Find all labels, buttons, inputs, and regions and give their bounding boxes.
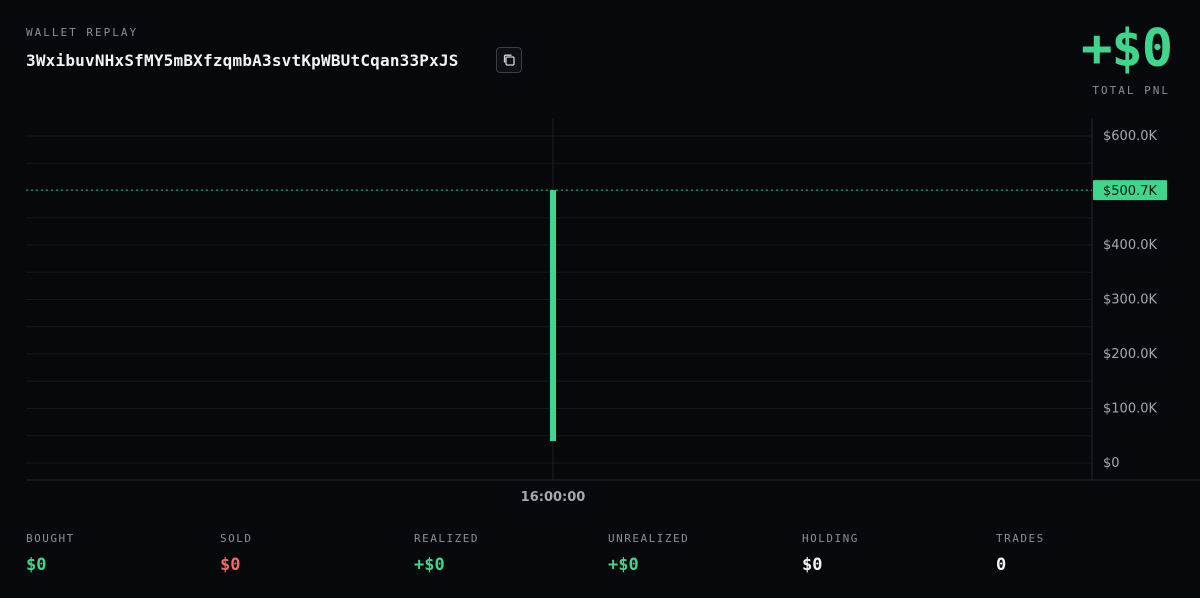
stat-value: $0 [26,555,47,575]
stat-holding: HOLDING $0 [802,532,859,575]
y-tick-label: $300.0K [1103,293,1157,308]
y-tick-label: $0 [1103,456,1120,471]
stat-value: 0 [996,555,1007,575]
stat-realized: REALIZED +$0 [414,532,479,575]
stat-label: SOLD [220,532,253,545]
stat-label: HOLDING [802,532,859,545]
stat-trades: TRADES 0 [996,532,1045,575]
stat-label: BOUGHT [26,532,75,545]
x-tick-label: 16:00:00 [521,490,586,505]
stat-sold: SOLD $0 [220,532,253,575]
stats-row: BOUGHT $0 SOLD $0 REALIZED +$0 UNREALIZE… [26,532,1186,592]
pnl-chart[interactable]: $600.0K $400.0K $300.0K $200.0K $100.0K $0 $50… [0,0,1200,520]
stat-value: +$0 [414,555,445,575]
y-tick-label: $200.0K [1103,347,1157,362]
y-tick-label: $400.0K [1103,238,1157,253]
stat-label: TRADES [996,532,1045,545]
y-tick-label: $600.0K [1103,129,1157,144]
current-value-label: $500.7K [1103,184,1157,199]
pnl-bar [550,190,556,441]
y-tick-label: $100.0K [1103,402,1157,417]
stat-value: $0 [802,555,823,575]
stat-unrealized: UNREALIZED +$0 [608,532,689,575]
stat-bought: BOUGHT $0 [26,532,75,575]
stat-label: REALIZED [414,532,479,545]
stat-label: UNREALIZED [608,532,690,545]
stat-value: $0 [220,555,241,575]
stat-value: +$0 [608,555,639,575]
